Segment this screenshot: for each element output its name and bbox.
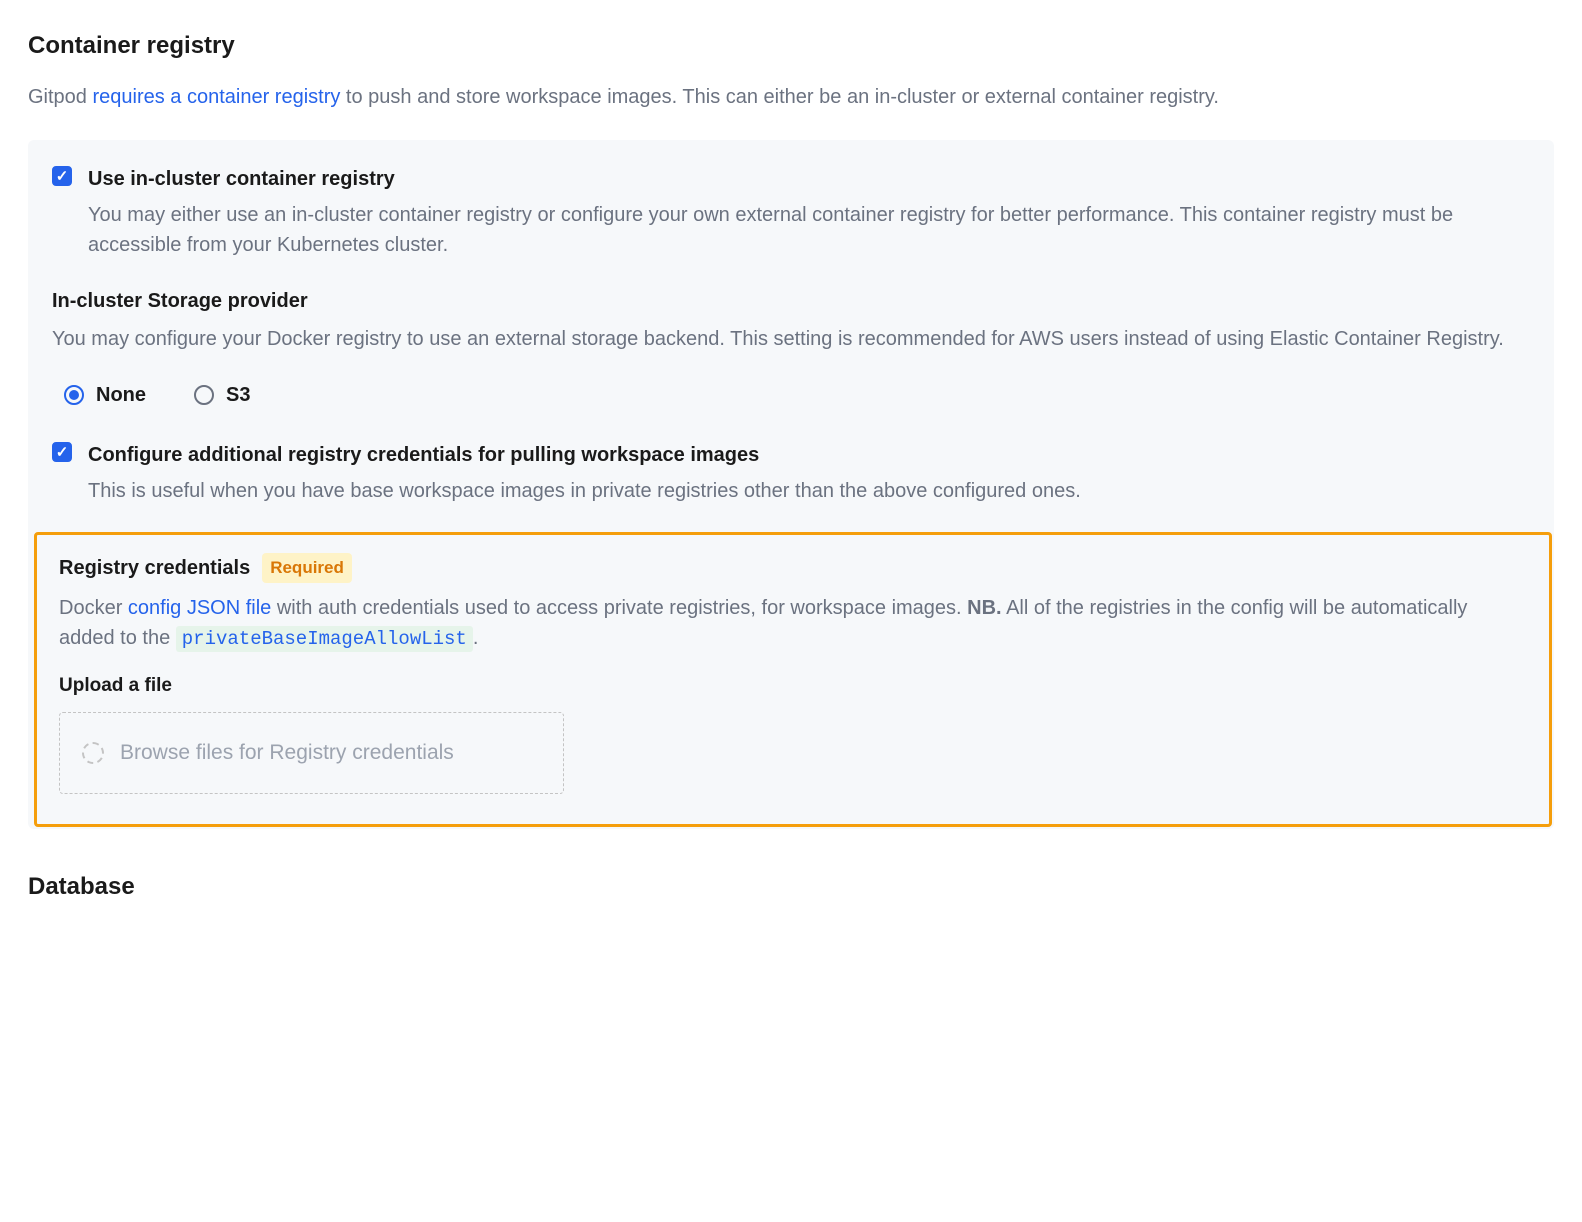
database-heading: Database — [28, 869, 1554, 905]
registry-credentials-highlight: Registry credentials Required Docker con… — [34, 532, 1552, 827]
use-in-cluster-option: ✓ Use in-cluster container registry You … — [52, 164, 1534, 260]
code-allowlist: privateBaseImageAllowList — [176, 626, 473, 652]
config-json-link[interactable]: config JSON file — [128, 597, 271, 619]
radio-option-none[interactable]: None — [64, 380, 146, 410]
use-in-cluster-checkbox[interactable]: ✓ — [52, 166, 72, 186]
required-badge: Required — [262, 553, 352, 583]
radio-none-label: None — [96, 380, 146, 410]
additional-creds-desc: This is useful when you have base worksp… — [88, 476, 1534, 506]
additional-creds-title: Configure additional registry credential… — [88, 440, 1534, 470]
reg-nb: NB. — [967, 597, 1001, 619]
radio-dot-icon — [69, 390, 79, 400]
radio-s3-label: S3 — [226, 380, 250, 410]
storage-radio-group: None S3 — [52, 380, 1534, 410]
additional-creds-checkbox[interactable]: ✓ — [52, 442, 72, 462]
radio-option-s3[interactable]: S3 — [194, 380, 250, 410]
intro-prefix: Gitpod — [28, 86, 92, 108]
reg-desc-mid: with auth credentials used to access pri… — [271, 597, 967, 619]
registry-credentials-desc: Docker config JSON file with auth creden… — [59, 593, 1527, 654]
requires-registry-link[interactable]: requires a container registry — [92, 86, 340, 108]
upload-spinner-icon — [82, 742, 104, 764]
storage-provider-desc: You may configure your Docker registry t… — [52, 324, 1534, 354]
radio-s3 — [194, 385, 214, 405]
reg-desc-prefix: Docker — [59, 597, 128, 619]
storage-provider-title: In-cluster Storage provider — [52, 286, 1534, 316]
use-in-cluster-title: Use in-cluster container registry — [88, 164, 1534, 194]
section-heading: Container registry — [28, 28, 1554, 64]
reg-desc-after: . — [473, 627, 479, 649]
additional-creds-option: ✓ Configure additional registry credenti… — [52, 440, 1534, 506]
intro-paragraph: Gitpod requires a container registry to … — [28, 82, 1554, 112]
intro-suffix: to push and store workspace images. This… — [340, 86, 1219, 108]
check-icon: ✓ — [56, 445, 69, 460]
check-icon: ✓ — [56, 169, 69, 184]
upload-file-title: Upload a file — [59, 672, 1527, 701]
dropzone-text: Browse files for Registry credentials — [120, 737, 454, 769]
radio-none — [64, 385, 84, 405]
container-registry-panel: ✓ Use in-cluster container registry You … — [28, 140, 1554, 829]
use-in-cluster-desc: You may either use an in-cluster contain… — [88, 200, 1534, 260]
file-dropzone[interactable]: Browse files for Registry credentials — [59, 712, 564, 794]
registry-credentials-title: Registry credentials — [59, 553, 250, 583]
